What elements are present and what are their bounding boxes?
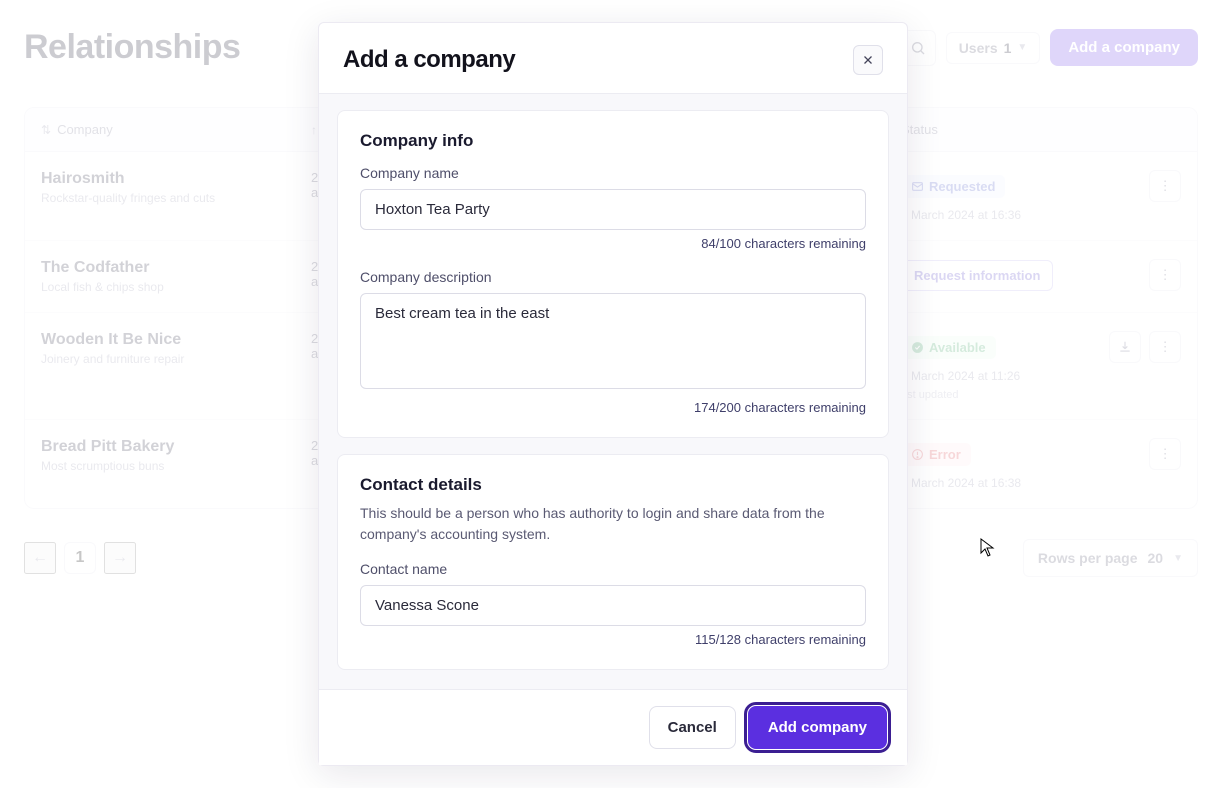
contact-details-card: Contact details This should be a person … [337,454,889,670]
company-description-label: Company description [360,269,866,285]
contact-details-subtitle: This should be a person who has authorit… [360,503,866,545]
section-title-contact-details: Contact details [360,475,866,495]
modal-title: Add a company [343,46,515,74]
company-name-input[interactable] [360,189,866,230]
add-company-modal: Add a company Company info Company name … [318,22,908,766]
contact-name-hint: 115/128 characters remaining [360,632,866,647]
company-description-hint: 174/200 characters remaining [360,400,866,415]
contact-name-input[interactable] [360,585,866,626]
section-title-company-info: Company info [360,131,866,151]
company-description-input[interactable] [360,293,866,389]
cancel-button[interactable]: Cancel [649,706,736,749]
contact-name-label: Contact name [360,561,866,577]
company-info-card: Company info Company name 84/100 charact… [337,110,889,438]
company-name-hint: 84/100 characters remaining [360,236,866,251]
close-button[interactable] [853,45,883,75]
add-company-submit-button[interactable]: Add company [748,706,887,749]
company-name-label: Company name [360,165,866,181]
close-icon [862,54,874,66]
